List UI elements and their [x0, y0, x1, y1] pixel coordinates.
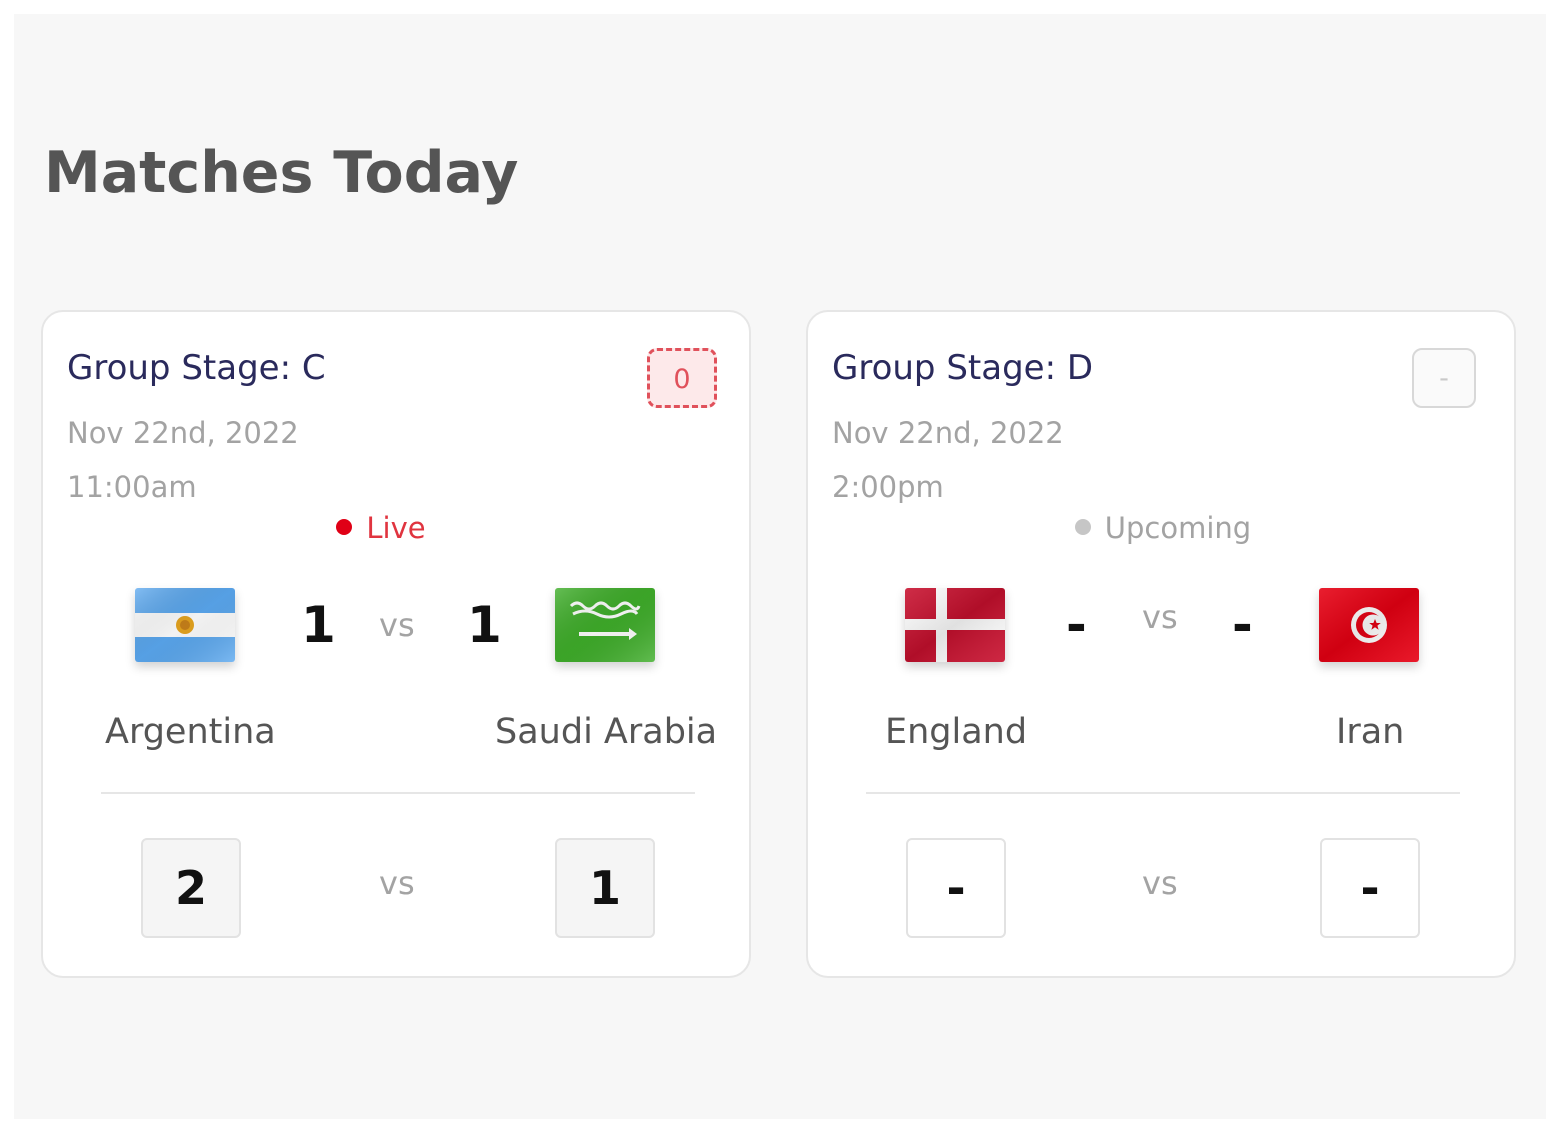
match-card[interactable]: Group Stage: C 0 Nov 22nd, 2022 11:00am … [41, 310, 751, 978]
match-status-label: Upcoming [1104, 511, 1252, 545]
match-stage: Group Stage: C [67, 348, 326, 388]
home-team-name: Argentina [105, 712, 276, 752]
match-status: Upcoming [810, 508, 1516, 548]
match-time: 11:00am [67, 470, 197, 504]
away-team-name: Iran [1336, 712, 1405, 752]
vs-label: vs [379, 606, 415, 644]
points-badge: 0 [647, 348, 717, 408]
away-live-score: 1 [467, 596, 502, 654]
vs-label: vs [379, 864, 415, 902]
match-time: 2:00pm [832, 470, 944, 504]
home-live-score: - [1066, 596, 1087, 654]
away-prediction-input[interactable]: - [1320, 838, 1420, 938]
home-prediction-input[interactable]: 2 [141, 838, 241, 938]
status-dot-icon [1074, 519, 1091, 535]
divider [866, 792, 1460, 794]
match-status-label: Live [366, 511, 426, 545]
saudi-arabia-flag-icon [555, 588, 655, 662]
page-title: Matches Today [44, 140, 519, 206]
away-prediction-input[interactable]: 1 [555, 838, 655, 938]
vs-label: vs [1142, 864, 1178, 902]
match-status: Live [28, 508, 734, 548]
match-date: Nov 22nd, 2022 [832, 416, 1064, 450]
vs-label: vs [1142, 598, 1178, 636]
points-badge: - [1412, 348, 1476, 408]
tunisia-flag-icon [1319, 588, 1419, 662]
divider [101, 792, 695, 794]
matches-page: Matches Today Group Stage: C 0 Nov 22nd,… [14, 14, 1546, 1119]
home-team-name: England [885, 712, 1028, 752]
away-live-score: - [1232, 596, 1253, 654]
denmark-flag-icon [905, 588, 1005, 662]
match-date: Nov 22nd, 2022 [67, 416, 299, 450]
home-live-score: 1 [301, 596, 336, 654]
live-dot-icon [336, 519, 353, 535]
match-stage: Group Stage: D [832, 348, 1094, 388]
match-card[interactable]: Group Stage: D - Nov 22nd, 2022 2:00pm U… [806, 310, 1516, 978]
home-prediction-input[interactable]: - [906, 838, 1006, 938]
argentina-flag-icon [135, 588, 235, 662]
away-team-name: Saudi Arabia [495, 712, 718, 752]
